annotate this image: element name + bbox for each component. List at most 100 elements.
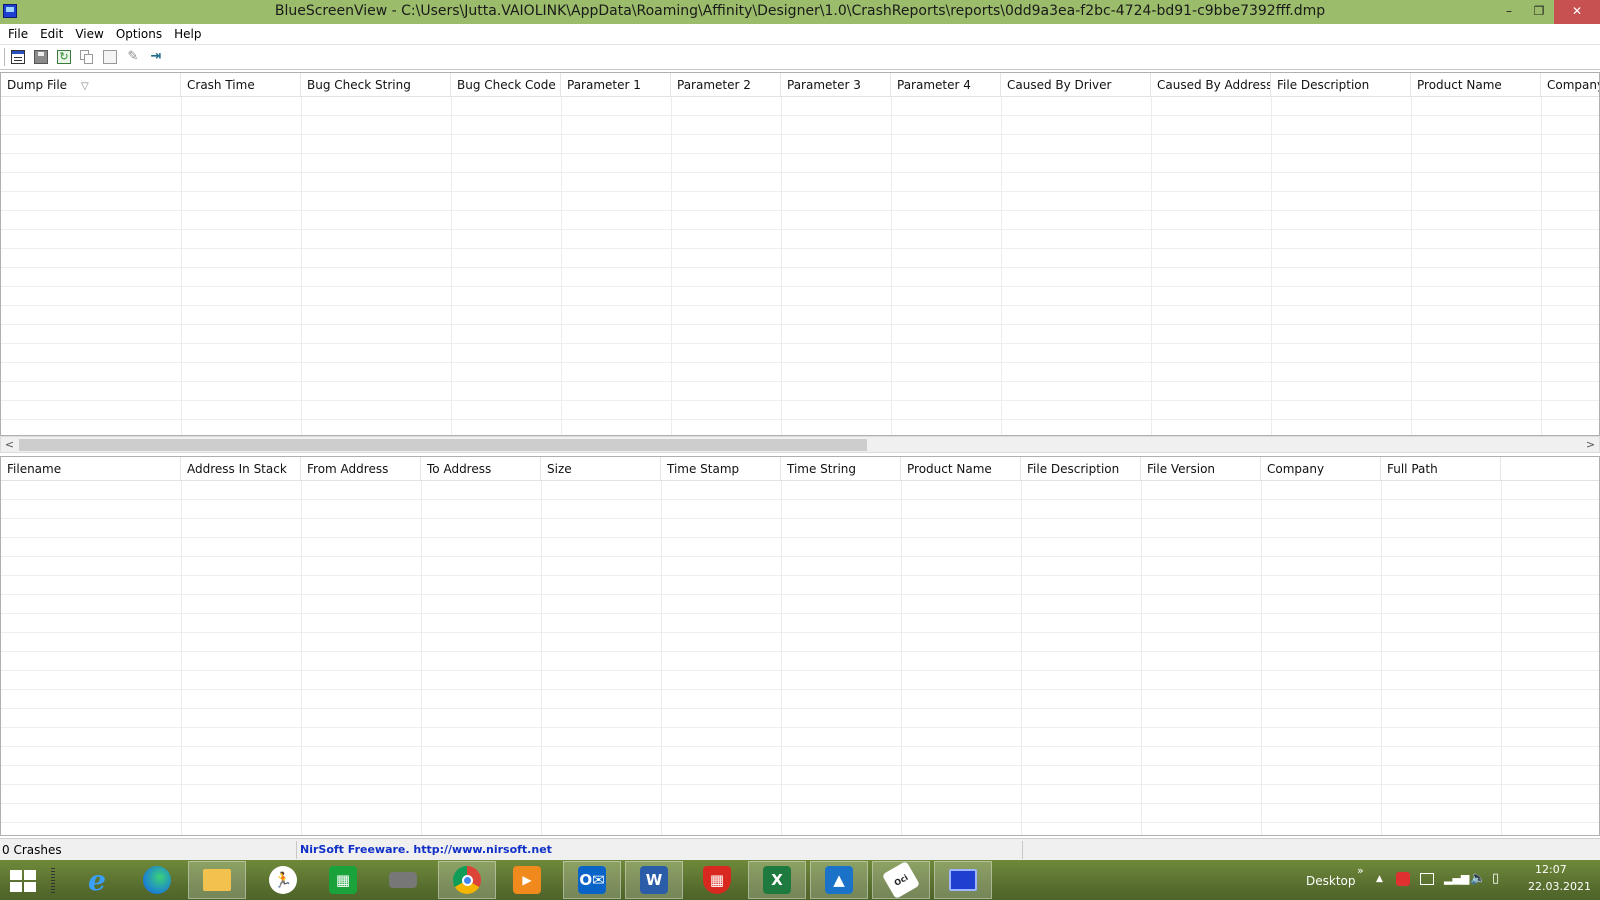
column-divider xyxy=(1141,481,1142,835)
outlook-button[interactable]: O✉ xyxy=(563,861,621,899)
restore-button[interactable]: ❐ xyxy=(1524,0,1554,24)
col-address-in-stack[interactable]: Address In Stack xyxy=(181,457,301,481)
col-label: Dump File xyxy=(7,78,68,92)
col-crash-time[interactable]: Crash Time xyxy=(181,73,301,97)
nirsoft-link[interactable]: NirSoft Freeware. http://www.nirsoft.net xyxy=(300,843,552,856)
scroll-right-button[interactable]: > xyxy=(1582,437,1599,452)
scanner-button[interactable] xyxy=(374,861,432,899)
properties-button[interactable] xyxy=(8,47,28,67)
col-time-string[interactable]: Time String xyxy=(781,457,901,481)
excel-button[interactable]: X xyxy=(748,861,806,899)
exit-button[interactable]: ⇥ xyxy=(146,47,166,67)
col-from-address[interactable]: From Address xyxy=(301,457,421,481)
scroll-left-button[interactable]: < xyxy=(1,437,18,452)
col-parameter-4[interactable]: Parameter 4 xyxy=(891,73,1001,97)
col-time-stamp[interactable]: Time Stamp xyxy=(661,457,781,481)
word-button[interactable]: W xyxy=(625,861,683,899)
column-divider xyxy=(901,481,902,835)
status-bar: 0 Crashes NirSoft Freeware. http://www.n… xyxy=(0,838,1600,860)
menu-edit[interactable]: Edit xyxy=(40,27,63,41)
column-divider xyxy=(1501,481,1502,835)
scrollbar-thumb[interactable] xyxy=(19,439,867,451)
status-separator xyxy=(1022,841,1023,859)
battery-icon[interactable] xyxy=(1420,873,1434,885)
taskbar-gripper xyxy=(51,868,55,894)
column-divider xyxy=(671,97,672,435)
start-icon[interactable] xyxy=(10,870,36,892)
copy-button[interactable] xyxy=(77,47,97,67)
refresh-button[interactable]: ↻ xyxy=(54,47,74,67)
close-button[interactable]: ✕ xyxy=(1554,0,1600,24)
media-player-icon: ▶ xyxy=(513,866,541,894)
taskbar: e 🏃 ▦ ▶ O✉ W ▦ X ▲ Oci Desktop » ▲ ▂▄▆ 🔈… xyxy=(0,860,1600,900)
col-caused-by-driver[interactable]: Caused By Driver xyxy=(1001,73,1151,97)
driver-list[interactable]: Filename Address In Stack From Address T… xyxy=(0,456,1600,836)
col-caused-by-address[interactable]: Caused By Address xyxy=(1151,73,1271,97)
column-divider xyxy=(301,97,302,435)
advanced-options-button[interactable]: ✎ xyxy=(123,47,143,67)
column-divider xyxy=(451,97,452,435)
column-divider xyxy=(561,97,562,435)
col-to-address[interactable]: To Address xyxy=(421,457,541,481)
col-dump-file[interactable]: Dump File ▽ xyxy=(1,73,181,97)
col-filename[interactable]: Filename xyxy=(1,457,181,481)
media-player-button[interactable]: ▶ xyxy=(498,861,556,899)
show-hidden-icons-icon[interactable]: ▲ xyxy=(1376,874,1383,884)
col-file-version[interactable]: File Version xyxy=(1141,457,1261,481)
column-divider xyxy=(1381,481,1382,835)
col-company[interactable]: Company xyxy=(1261,457,1381,481)
word-icon: W xyxy=(640,866,668,894)
col-parameter-3[interactable]: Parameter 3 xyxy=(781,73,891,97)
file-explorer-button[interactable] xyxy=(188,861,246,899)
oci-disabler-button[interactable]: Oci xyxy=(872,860,930,900)
bluescreenview-button[interactable] xyxy=(934,861,992,899)
html-report-button[interactable] xyxy=(100,47,120,67)
toolbar-chevron-icon[interactable]: » xyxy=(1357,864,1364,877)
runner-app-button[interactable]: 🏃 xyxy=(254,861,312,899)
crash-list-header: Dump File ▽ Crash Time Bug Check String B… xyxy=(1,73,1599,97)
copy-icon xyxy=(80,50,94,64)
internet-explorer-button[interactable]: e xyxy=(68,861,126,899)
sort-indicator-icon: ▽ xyxy=(81,81,89,92)
crash-list-grid xyxy=(1,97,1599,435)
bluescreenview-icon xyxy=(949,869,977,891)
crash-list[interactable]: Dump File ▽ Crash Time Bug Check String B… xyxy=(0,72,1600,436)
refresh-icon: ↻ xyxy=(57,50,71,64)
col-product-name[interactable]: Product Name xyxy=(901,457,1021,481)
network-icon[interactable]: ▂▄▆ xyxy=(1444,872,1469,885)
col-product-name[interactable]: Product Name xyxy=(1411,73,1541,97)
col-parameter-1[interactable]: Parameter 1 xyxy=(561,73,671,97)
menu-options[interactable]: Options xyxy=(116,27,162,41)
affinity-designer-button[interactable]: ▲ xyxy=(810,861,868,899)
store-button[interactable]: ▦ xyxy=(314,861,372,899)
column-divider xyxy=(1021,481,1022,835)
col-file-description[interactable]: File Description xyxy=(1271,73,1411,97)
col-parameter-2[interactable]: Parameter 2 xyxy=(671,73,781,97)
affinity-designer-icon: ▲ xyxy=(825,866,853,894)
desktop-toolbar-label[interactable]: Desktop xyxy=(1306,874,1356,888)
column-divider xyxy=(1001,97,1002,435)
col-company[interactable]: Company xyxy=(1541,73,1599,97)
horizontal-scrollbar[interactable]: < > xyxy=(0,436,1600,453)
clock-date[interactable]: 22.03.2021 xyxy=(1528,880,1591,893)
driver-list-grid xyxy=(1,481,1599,835)
volume-icon[interactable]: 🔈 xyxy=(1470,871,1486,886)
col-bug-check-code[interactable]: Bug Check Code xyxy=(451,73,561,97)
save-button[interactable] xyxy=(31,47,51,67)
clock-time[interactable]: 12:07 xyxy=(1535,863,1567,876)
col-file-description[interactable]: File Description xyxy=(1021,457,1141,481)
menu-view[interactable]: View xyxy=(75,27,103,41)
tray-app-icon[interactable] xyxy=(1396,872,1410,886)
col-bug-check-string[interactable]: Bug Check String xyxy=(301,73,451,97)
notifications-icon[interactable]: ▯ xyxy=(1492,871,1499,886)
security-shield-button[interactable]: ▦ xyxy=(688,861,746,899)
col-size[interactable]: Size xyxy=(541,457,661,481)
edge-button[interactable] xyxy=(128,861,186,899)
menu-help[interactable]: Help xyxy=(174,27,201,41)
menu-file[interactable]: File xyxy=(8,27,28,41)
chrome-button[interactable] xyxy=(438,861,496,899)
minimize-button[interactable]: – xyxy=(1494,0,1524,24)
col-full-path[interactable]: Full Path xyxy=(1381,457,1501,481)
internet-explorer-icon: e xyxy=(88,863,106,897)
exit-icon: ⇥ xyxy=(150,49,162,64)
